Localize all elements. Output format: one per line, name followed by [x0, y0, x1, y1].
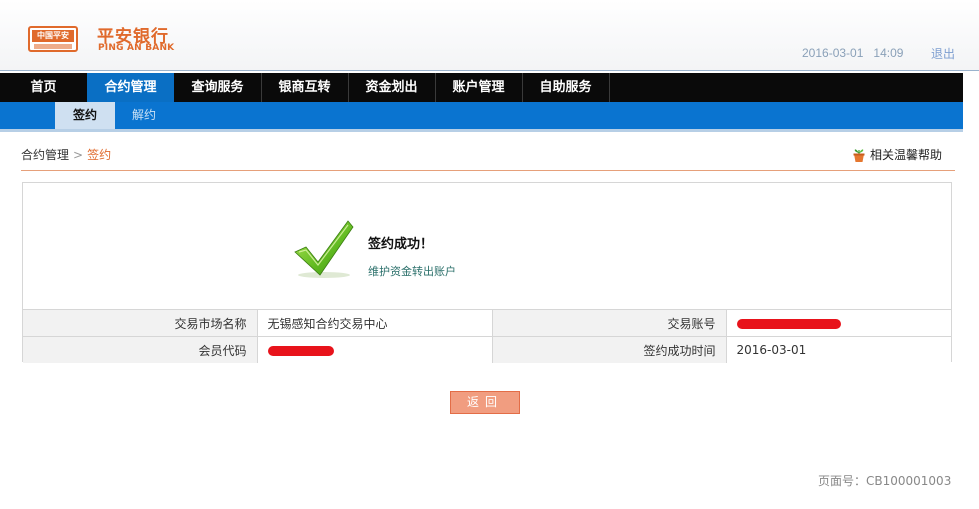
- logout-link[interactable]: 退出: [931, 45, 955, 62]
- table-row: 交易市场名称 无锡感知合约交易中心 交易账号: [23, 309, 951, 337]
- current-date: 2016-03-01: [802, 46, 864, 60]
- result-panel: 签约成功！ 维护资金转出账户 交易市场名称 无锡感知合约交易中心 交易账号 会员…: [22, 182, 952, 363]
- sign-time-label: 签约成功时间: [492, 336, 727, 363]
- nav-item-self-service[interactable]: 自助服务: [522, 73, 610, 102]
- nav-item-funds-out[interactable]: 资金划出: [348, 73, 436, 102]
- breadcrumb-separator: >: [73, 148, 84, 162]
- current-time: 14:09: [873, 46, 904, 60]
- sign-time-value: 2016-03-01: [726, 336, 951, 363]
- logo-badge-text: 中国平安: [32, 30, 74, 42]
- bank-name-en: PING AN BANK: [98, 43, 175, 53]
- nav-item-query-service[interactable]: 查询服务: [174, 73, 262, 102]
- trade-account-value: [726, 309, 951, 337]
- tab-cancel[interactable]: 解约: [115, 102, 173, 129]
- breadcrumb: 合约管理 > 签约: [21, 146, 111, 163]
- success-check-icon: [294, 220, 354, 278]
- breadcrumb-current: 签约: [87, 148, 112, 162]
- nav-item-account-management[interactable]: 账户管理: [435, 73, 523, 102]
- flower-pot-icon: [853, 149, 865, 162]
- market-name-label: 交易市场名称: [23, 309, 258, 337]
- back-button[interactable]: 返回: [450, 391, 520, 414]
- breadcrumb-parent[interactable]: 合约管理: [21, 148, 69, 162]
- info-table: 交易市场名称 无锡感知合约交易中心 交易账号 会员代码 签约成功时间 2016-…: [23, 309, 951, 363]
- header: 中国平安 平安银行 PING AN BANK 2016-03-01 14:09 …: [0, 0, 979, 71]
- maintain-account-link[interactable]: 维护资金转出账户: [368, 263, 456, 279]
- ping-an-logo-icon: 中国平安: [28, 26, 78, 52]
- divider: [21, 170, 955, 171]
- page-number: 页面号：CB100001003: [818, 474, 952, 488]
- nav-item-bank-transfer[interactable]: 银商互转: [261, 73, 349, 102]
- market-name-value: 无锡感知合约交易中心: [257, 309, 493, 337]
- help-label: 相关温馨帮助: [870, 148, 943, 162]
- redaction-mark: [736, 318, 841, 329]
- trade-account-label: 交易账号: [492, 309, 727, 337]
- member-code-label: 会员代码: [23, 336, 258, 363]
- sub-nav: 签约 解约: [0, 102, 963, 132]
- tab-sign[interactable]: 签约: [55, 102, 115, 129]
- main-nav: 首页 合约管理 查询服务 银商互转 资金划出 账户管理 自助服务: [0, 73, 963, 102]
- nav-item-home[interactable]: 首页: [0, 73, 88, 102]
- help-link[interactable]: 相关温馨帮助: [852, 145, 942, 163]
- success-title: 签约成功！: [368, 237, 434, 252]
- nav-item-contract-management[interactable]: 合约管理: [87, 73, 174, 102]
- member-code-value: [257, 336, 493, 363]
- table-row: 会员代码 签约成功时间 2016-03-01: [23, 336, 951, 363]
- datetime: 2016-03-01 14:09: [802, 46, 903, 60]
- redaction-mark: [267, 345, 334, 356]
